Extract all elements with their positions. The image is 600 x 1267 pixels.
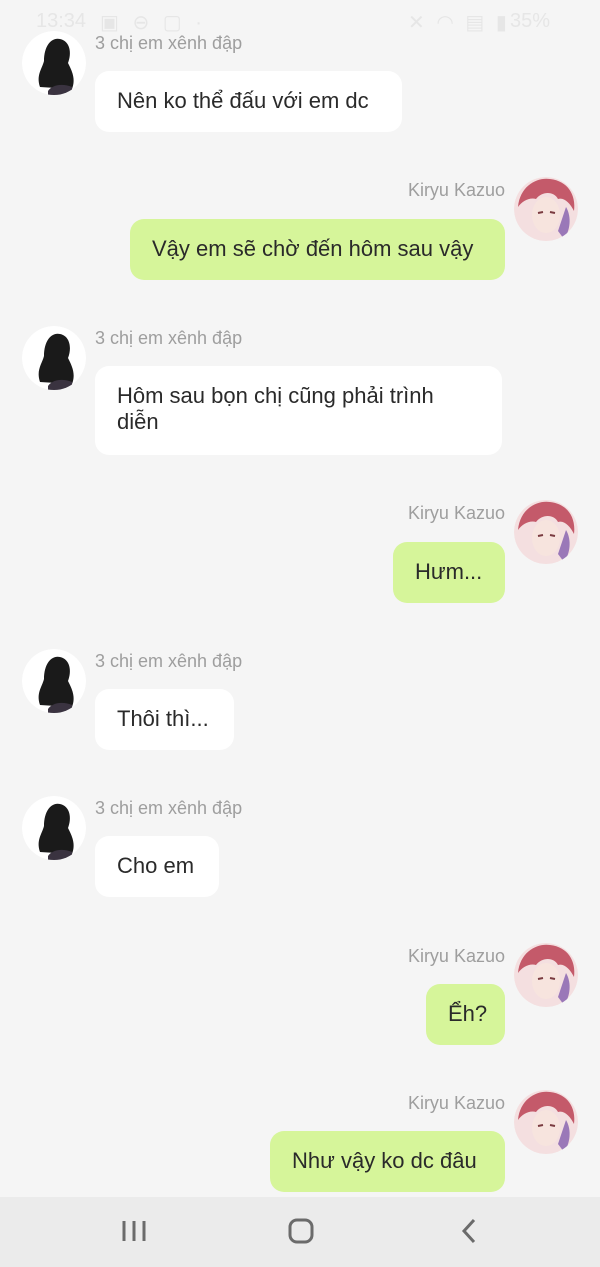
message-sender: 3 chị em xênh đập [95,33,243,53]
sender-avatar-silhouette[interactable] [22,31,86,95]
message-sender: Kiryu Kazuo [407,180,505,200]
sender-avatar-silhouette[interactable] [22,649,86,713]
sender-avatar-anime[interactable] [514,500,578,564]
message-sender: 3 chị em xênh đập [95,651,243,671]
sender-avatar-silhouette[interactable] [22,326,86,390]
navigation-bar [0,1197,600,1267]
notification-icons: ▣ ⊖ ▢ · [100,12,206,34]
outgoing-message-bubble[interactable]: Vậy em sẽ chờ đến hôm sau vậy [130,219,505,280]
outgoing-message-bubble[interactable]: Như vậy ko dc đâu [270,1131,505,1192]
home-button[interactable] [271,1213,331,1249]
message-sender: Kiryu Kazuo [407,503,505,523]
recents-button[interactable] [104,1213,164,1249]
outgoing-message-bubble[interactable]: Hưm... [393,542,505,603]
incoming-message-bubble[interactable]: Hôm sau bọn chị cũng phải trình diễn [95,366,502,455]
signal-icons: ✕ ◠ ▤ ▮ [408,12,510,34]
battery-level: 35% [510,10,551,32]
sender-avatar-anime[interactable] [514,177,578,241]
sender-avatar-anime[interactable] [514,943,578,1007]
incoming-message-bubble[interactable]: Thôi thì... [95,689,234,750]
sender-avatar-silhouette[interactable] [22,796,86,860]
sender-avatar-anime[interactable] [514,1090,578,1154]
back-button[interactable] [438,1213,498,1249]
message-sender: 3 chị em xênh đập [95,798,243,818]
status-bar: 13:34 ▣ ⊖ ▢ · ✕ ◠ ▤ ▮ 35% [0,0,600,44]
incoming-message-bubble[interactable]: Cho em [95,836,219,897]
recents-icon [122,1221,146,1241]
outgoing-message-bubble[interactable]: Ểh? [426,984,505,1045]
status-time: 13:34 [36,10,87,32]
incoming-message-bubble[interactable]: Nên ko thể đấu với em dc [95,71,402,132]
message-sender: Kiryu Kazuo [407,946,505,966]
home-icon [288,1218,314,1244]
message-sender: 3 chị em xênh đập [95,328,243,348]
message-sender: Kiryu Kazuo [407,1093,505,1113]
back-icon [461,1218,476,1244]
